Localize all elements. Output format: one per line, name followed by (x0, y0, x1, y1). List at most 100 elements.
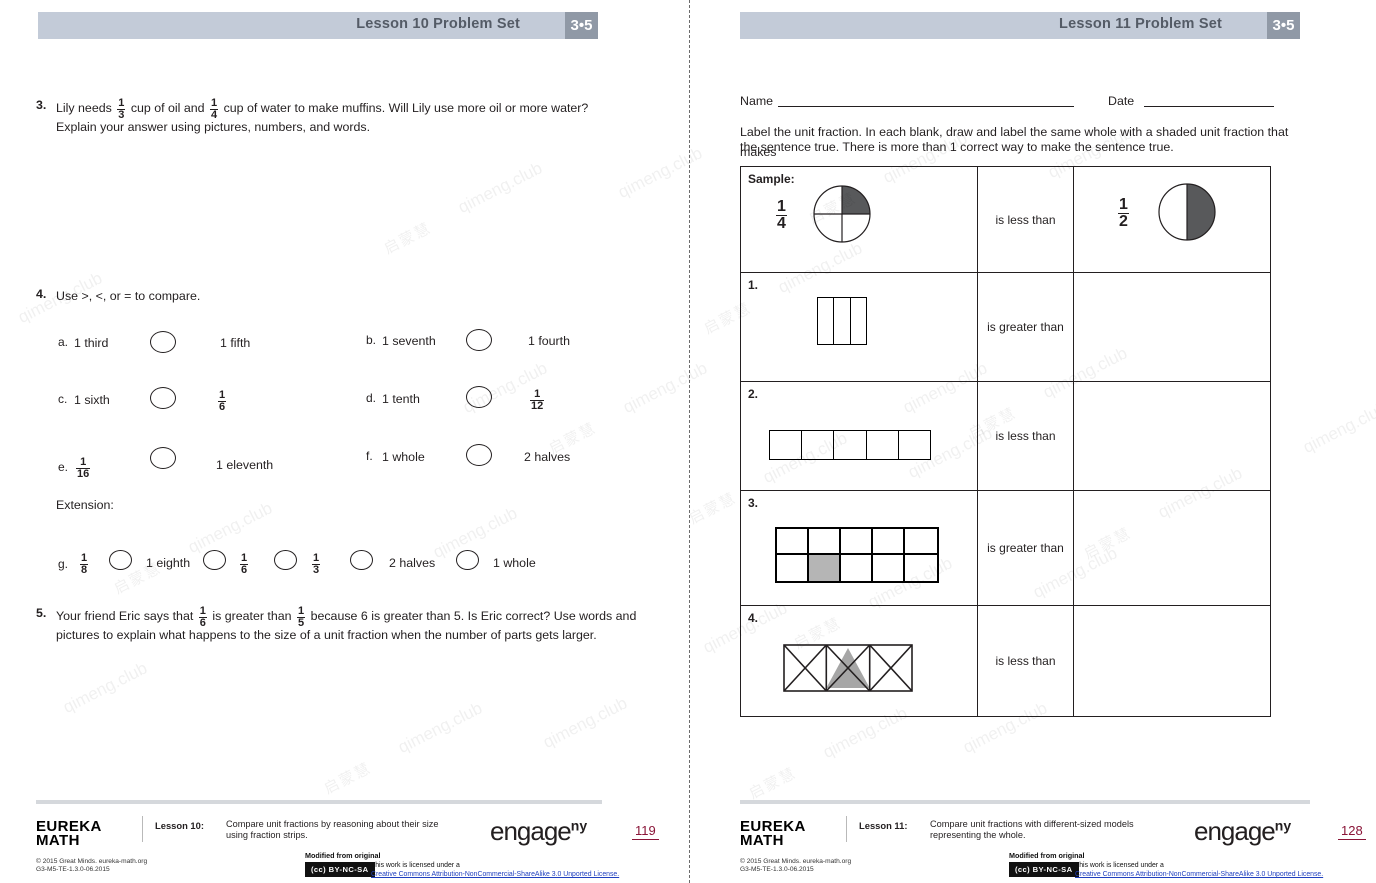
right-page: Lesson 11 Problem Set 3•5 Name Date Labe… (706, 0, 1376, 883)
cc-license-link[interactable]: Creative Commons Attribution-NonCommerci… (371, 870, 619, 879)
row-2-comparison-text: is less than (977, 381, 1074, 491)
row-3-cell-r2c4 (873, 555, 905, 581)
problem-3-line-2: Explain your answer using pictures, numb… (56, 120, 371, 134)
cc-license-anchor[interactable]: Creative Commons Attribution-NonCommerci… (1075, 871, 1323, 878)
left-page-number: 119 (632, 823, 659, 840)
cc-license-link[interactable]: Creative Commons Attribution-NonCommerci… (1075, 870, 1323, 879)
row-1-comparison-text: is greater than (977, 272, 1074, 382)
cc-circle-icon: (cc) (1015, 865, 1031, 874)
left-footer-eureka-logo: EUREKA MATH (36, 819, 102, 849)
problem-4e-right-term: 1 eleventh (216, 458, 274, 472)
problem-3-text-b: cup of oil and (130, 100, 205, 115)
row-2-cell-4 (866, 431, 899, 459)
problem-4-prompt: Use >, <, or = to compare. (56, 289, 201, 303)
page-separator-dashed-line (689, 0, 690, 883)
extension-term-4: 1 3 (310, 553, 322, 576)
problem-5-text-b: is greater than (212, 608, 292, 623)
name-input-line[interactable] (778, 106, 1074, 107)
problem-4c-answer-circle[interactable] (150, 387, 176, 409)
extension-term-5: 2 halves (389, 556, 436, 570)
copyright-line-1: © 2015 Great Minds. eureka-math.org (740, 858, 852, 865)
sample-left-fraction: 1 4 (776, 198, 787, 232)
row-1-cell-2 (834, 298, 851, 344)
left-page-header-banner: Lesson 10 Problem Set (38, 12, 568, 39)
left-footer-copyright: © 2015 Great Minds. eureka-math.org G3-M… (36, 858, 147, 875)
problem-4f-answer-circle[interactable] (466, 444, 492, 466)
left-footer-rule (36, 800, 602, 804)
extension-answer-circle-2[interactable] (203, 550, 226, 570)
problem-4g-letter: g. (58, 557, 69, 571)
row-3-grid-tenths (775, 527, 939, 583)
directions-line-2: the sentence true. There is more than 1 … (740, 140, 1174, 154)
row-4-answer-cell[interactable] (1073, 605, 1271, 717)
cc-license-anchor[interactable]: Creative Commons Attribution-NonCommerci… (371, 871, 619, 878)
problem-4b-right-term: 1 fourth (528, 334, 571, 348)
extension-answer-circle-1[interactable] (109, 550, 132, 570)
left-footer-engageny-logo: engageny (490, 816, 587, 847)
row-3-cell-r2c3 (841, 555, 873, 581)
right-footer-lesson-description: Compare unit fractions with different-si… (930, 819, 1134, 840)
row-4-triangles-twelfths-icon (783, 644, 913, 692)
eureka-brand-line-2: MATH (36, 832, 80, 849)
sample-right-fraction: 1 2 (1118, 196, 1129, 230)
row-3-cell-r2c5 (905, 555, 937, 581)
problem-4e-answer-circle[interactable] (150, 447, 176, 469)
extension-term-3: 1 6 (238, 553, 250, 576)
cc-license-code: BY-NC-SA (1032, 865, 1073, 874)
problem-5-number: 5. (36, 606, 47, 620)
row-3-answer-cell[interactable] (1073, 490, 1271, 606)
problem-4b-answer-circle[interactable] (466, 329, 492, 351)
problem-5-line-2: pictures to explain what happens to the … (56, 628, 597, 642)
table-row: 4. is less than (740, 605, 1271, 717)
row-3-cell-r1c4 (873, 529, 905, 555)
problem-4d-answer-circle[interactable] (466, 386, 492, 408)
problem-4a-left-term: 1 third (74, 336, 109, 350)
problem-4c-letter: c. (58, 392, 68, 406)
extension-fraction-one-eighth: 1 8 (80, 552, 89, 576)
problem-4b-left-term: 1 seventh (382, 334, 436, 348)
problem-5-text-c: because 6 is greater than 5. Is Eric cor… (310, 608, 637, 623)
row-3-cell-r1c1 (777, 529, 809, 555)
right-page-grade-module-badge: 3•5 (1267, 12, 1300, 39)
row-3-cell-r1c5 (905, 529, 937, 555)
problem-5-text-a: Your friend Eric says that (56, 608, 194, 623)
right-footer-cc-text: This work is licensed under a Creative C… (1075, 861, 1323, 879)
copyright-line-2: G3-M5-TE-1.3.0-06.2015 (740, 866, 814, 874)
sample-circle-halves-icon (1158, 183, 1216, 241)
problem-4a-answer-circle[interactable] (150, 331, 176, 353)
right-footer-lesson-label: Lesson 11: (859, 820, 908, 831)
right-footer-divider (846, 816, 847, 842)
engage-word: engage (1194, 816, 1276, 846)
extension-answer-circle-5[interactable] (456, 550, 479, 570)
problem-4a-right-term: 1 fifth (220, 336, 251, 350)
extension-term-1: 1 8 (78, 553, 90, 576)
right-footer-modified-note: Modified from original (1009, 851, 1085, 860)
problem-4e-fraction-one-sixteenth: 1 16 (76, 456, 91, 480)
problem-3-number: 3. (36, 98, 47, 112)
row-2-answer-cell[interactable] (1073, 381, 1271, 491)
row-4-left-cell: 4. (740, 605, 978, 717)
table-row: 1. is greater than (740, 272, 1271, 382)
extension-answer-circle-3[interactable] (274, 550, 297, 570)
left-footer-lesson-description: Compare unit fractions by reasoning abou… (226, 819, 439, 840)
left-footer-modified-note: Modified from original (305, 851, 381, 860)
row-3-left-cell: 3. (740, 490, 978, 606)
right-page-number: 128 (1338, 823, 1366, 840)
row-1-number: 1. (748, 278, 759, 292)
left-footer-cc-text: This work is licensed under a Creative C… (371, 861, 619, 879)
date-input-line[interactable] (1144, 106, 1274, 107)
row-1-answer-cell[interactable] (1073, 272, 1271, 382)
table-row: 3. is greater than (740, 490, 1271, 606)
row-3-cell-r2c2-shaded (809, 555, 841, 581)
sample-label: Sample: (748, 172, 795, 186)
right-footer-engageny-logo: engageny (1194, 816, 1291, 847)
row-2-cell-3-shaded (834, 431, 867, 459)
left-page-grade-module-badge: 3•5 (565, 12, 598, 39)
extension-answer-circle-4[interactable] (350, 550, 373, 570)
problem-4d-right-term: 1 12 (528, 389, 546, 412)
row-3-number: 3. (748, 496, 759, 510)
row-2-cell-1 (770, 431, 803, 459)
row-4-number: 4. (748, 611, 759, 625)
row-4-comparison-text: is less than (977, 605, 1074, 717)
row-1-vertical-strip-thirds (817, 297, 867, 345)
